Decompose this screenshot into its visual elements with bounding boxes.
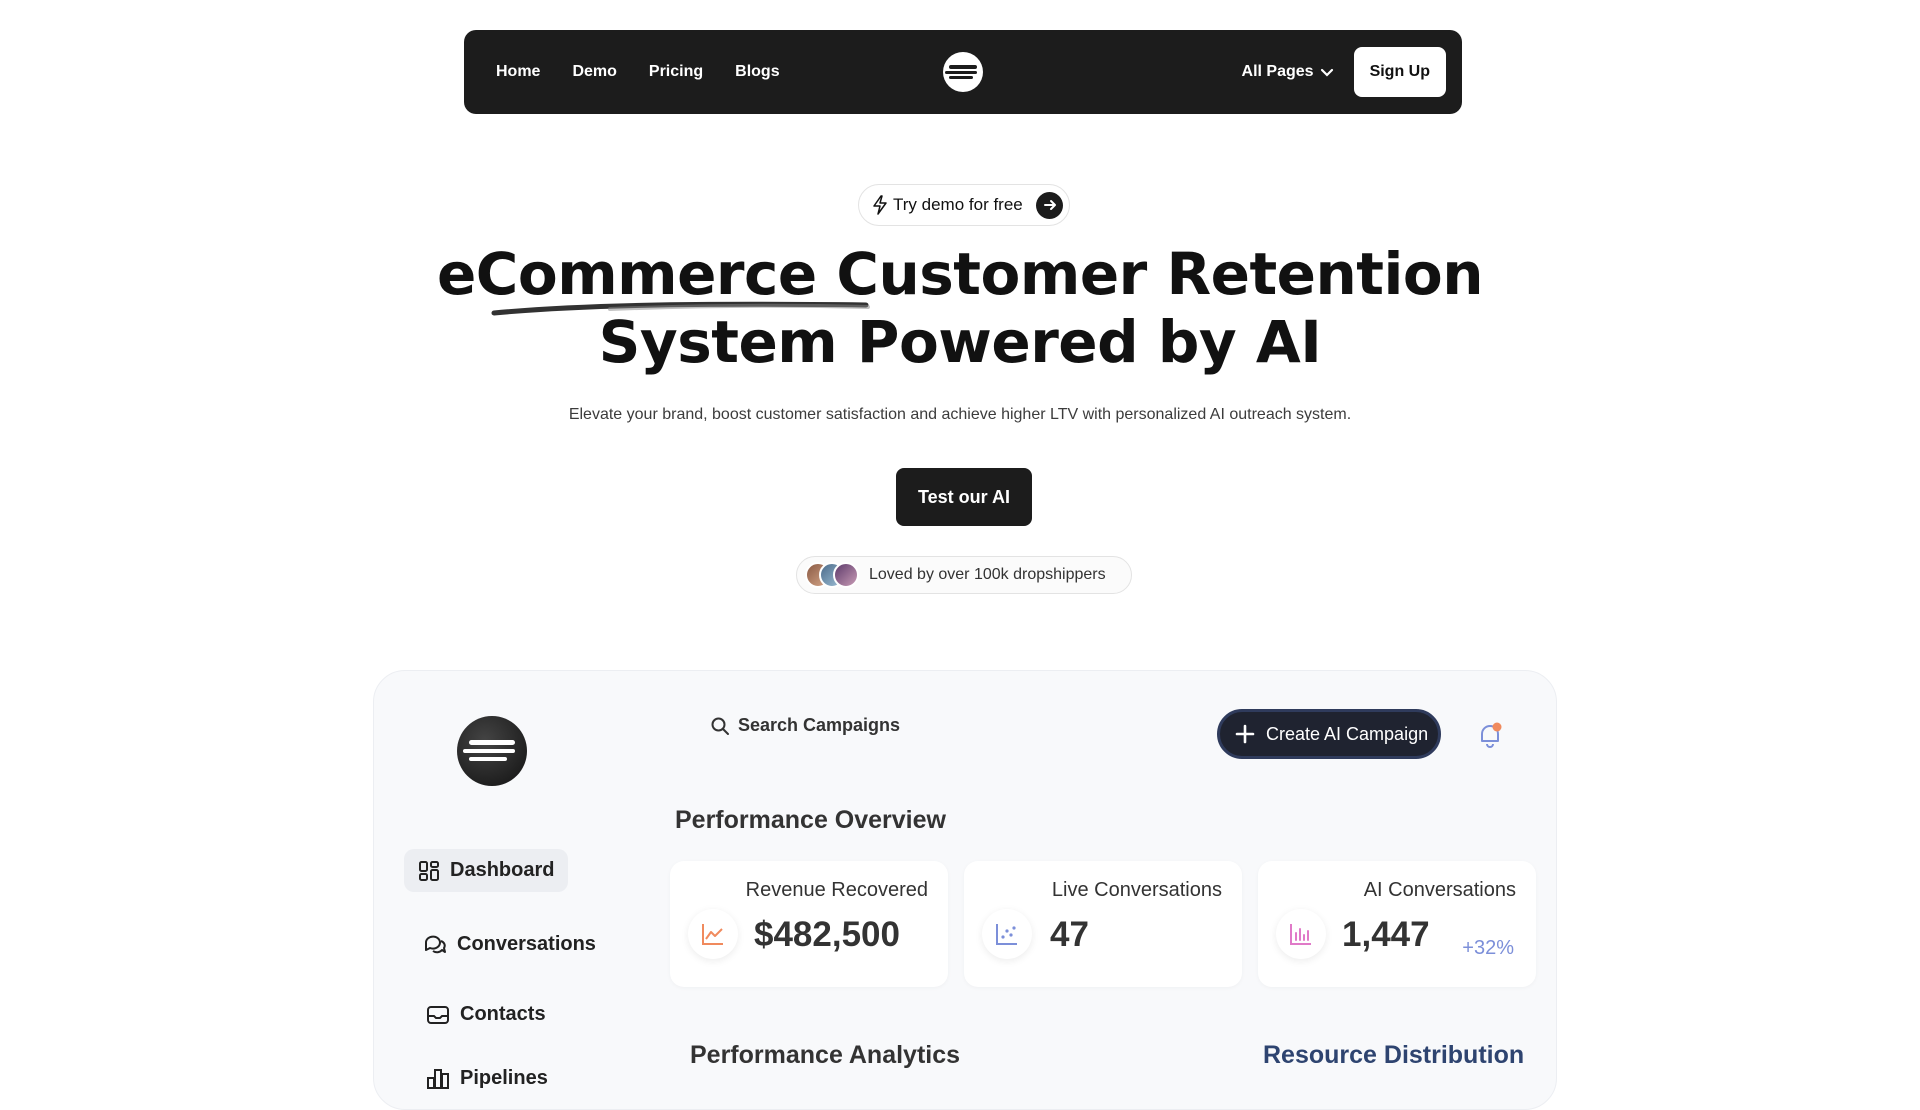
- card-value: 1,447: [1342, 915, 1430, 954]
- nav-link-demo[interactable]: Demo: [572, 63, 616, 81]
- nav-links: Home Demo Pricing Blogs: [496, 63, 780, 81]
- all-pages-label: All Pages: [1241, 63, 1314, 80]
- notification-bell-icon[interactable]: [1476, 721, 1504, 749]
- dashboard-logo-icon: [457, 716, 527, 786]
- dashboard-preview: Dashboard Conversations Contacts Pipelin…: [373, 670, 1557, 1110]
- social-proof-text: Loved by over 100k dropshippers: [869, 566, 1106, 583]
- try-demo-badge[interactable]: Try demo for free: [858, 184, 1070, 226]
- sidebar-item-label: Pipelines: [460, 1067, 548, 1089]
- create-button-label: Create AI Campaign: [1266, 723, 1429, 744]
- chat-bubbles-icon: [425, 935, 446, 953]
- area-chart-icon: [688, 909, 738, 959]
- nav-link-blogs[interactable]: Blogs: [735, 63, 779, 81]
- card-change: +32%: [1462, 937, 1514, 959]
- avatar: [833, 562, 859, 588]
- inbox-icon: [427, 1005, 449, 1024]
- resource-distribution-title: Resource Distribution: [1263, 1041, 1525, 1069]
- plus-icon: [1235, 724, 1255, 744]
- sidebar-item-label: Conversations: [457, 933, 596, 955]
- nav-link-pricing[interactable]: Pricing: [649, 63, 703, 81]
- performance-analytics-title: Performance Analytics: [690, 1041, 961, 1069]
- performance-overview-title: Performance Overview: [675, 806, 946, 834]
- lightning-icon: [873, 195, 887, 215]
- badge-content: Try demo for free: [871, 195, 1023, 215]
- badge-label: Try demo for free: [893, 195, 1023, 214]
- dashboard-grid-icon: [419, 860, 439, 881]
- brand-logo-icon[interactable]: [943, 52, 983, 92]
- card-value: $482,500: [754, 915, 900, 954]
- scatter-chart-icon: [982, 909, 1032, 959]
- stat-card-revenue: Revenue Recovered $482,500: [670, 861, 948, 987]
- all-pages-dropdown[interactable]: All Pages: [1242, 63, 1334, 81]
- stat-card-live-conversations: Live Conversations 47: [964, 861, 1242, 987]
- search-placeholder: Search Campaigns: [738, 715, 901, 735]
- headline-line2: System Powered by AI: [598, 308, 1322, 376]
- nav-right: All Pages Sign Up: [1242, 47, 1446, 97]
- sidebar-item-contacts[interactable]: Contacts: [426, 1003, 546, 1026]
- social-proof-pill: Loved by over 100k dropshippers: [796, 556, 1132, 594]
- bar-chart-icon: [1276, 909, 1326, 959]
- test-ai-button[interactable]: Test our AI: [896, 468, 1032, 526]
- search-icon: [711, 717, 729, 735]
- sidebar-item-label: Dashboard: [450, 859, 555, 881]
- create-ai-campaign-button[interactable]: Create AI Campaign: [1217, 709, 1441, 759]
- nav-link-home[interactable]: Home: [496, 63, 540, 81]
- sign-up-button[interactable]: Sign Up: [1353, 47, 1446, 97]
- card-label: Live Conversations: [1051, 879, 1222, 901]
- sidebar-item-pipelines[interactable]: Pipelines: [426, 1067, 548, 1090]
- pipeline-icon: [427, 1068, 449, 1089]
- card-value: 47: [1050, 915, 1089, 954]
- arrow-right-icon: [1036, 191, 1063, 219]
- top-navbar: Home Demo Pricing Blogs All Pages Sign U…: [464, 30, 1462, 114]
- sidebar-item-dashboard[interactable]: Dashboard: [404, 849, 569, 892]
- sidebar-item-label: Contacts: [460, 1003, 546, 1025]
- chevron-down-icon: [1320, 68, 1333, 77]
- headline-highlight: eCommerce: [436, 240, 817, 308]
- sidebar-item-conversations[interactable]: Conversations: [423, 933, 596, 956]
- stat-card-ai-conversations: AI Conversations 1,447 +32%: [1258, 861, 1536, 987]
- hero-subtitle: Elevate your brand, boost customer satis…: [568, 406, 1352, 423]
- card-label: Revenue Recovered: [745, 879, 928, 901]
- headline-line1-rest: Customer Retention: [816, 240, 1484, 308]
- avatar-group: [805, 562, 859, 588]
- card-label: AI Conversations: [1363, 879, 1516, 901]
- hero-headline: eCommerce Customer Retention System Powe…: [0, 240, 1920, 376]
- search-campaigns-input[interactable]: Search Campaigns: [710, 715, 900, 736]
